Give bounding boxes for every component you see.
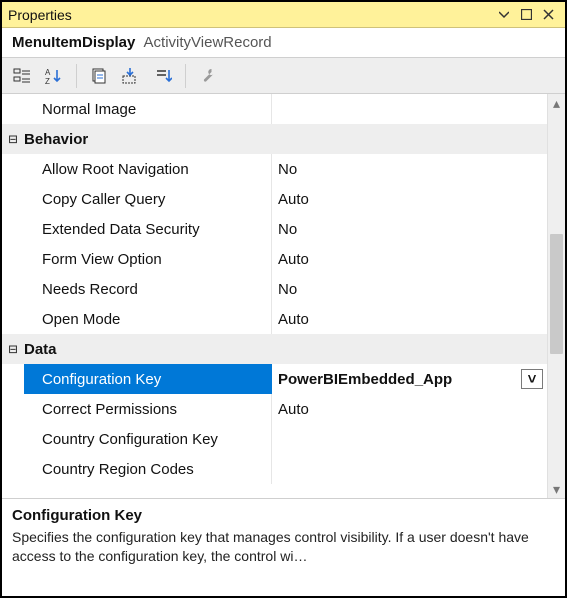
property-grid-wrap: Normal Image⊟BehaviorAllow Root Navigati… bbox=[2, 94, 565, 498]
property-row[interactable]: Configuration KeyPowerBIEmbedded_App˅ bbox=[2, 364, 547, 394]
property-value[interactable]: Auto bbox=[272, 184, 547, 214]
property-row[interactable]: Needs RecordNo bbox=[2, 274, 547, 304]
scroll-down-icon[interactable]: ▾ bbox=[548, 480, 565, 498]
property-row[interactable]: Normal Image bbox=[2, 94, 547, 124]
property-row[interactable]: Correct PermissionsAuto bbox=[2, 394, 547, 424]
property-name: Country Configuration Key bbox=[24, 424, 272, 454]
property-name: Correct Permissions bbox=[24, 394, 272, 424]
property-name: Allow Root Navigation bbox=[24, 154, 272, 184]
property-value[interactable]: No bbox=[272, 274, 547, 304]
svg-text:A: A bbox=[45, 68, 51, 77]
window-options-icon[interactable] bbox=[493, 6, 515, 24]
maximize-icon[interactable] bbox=[515, 6, 537, 24]
property-row[interactable]: Copy Caller QueryAuto bbox=[2, 184, 547, 214]
scroll-thumb[interactable] bbox=[550, 234, 563, 354]
property-name: Copy Caller Query bbox=[24, 184, 272, 214]
property-row[interactable]: Country Configuration Key bbox=[2, 424, 547, 454]
scroll-up-icon[interactable]: ▴ bbox=[548, 94, 565, 112]
object-type: MenuItemDisplay bbox=[12, 34, 135, 51]
properties-panel: Properties MenuItemDisplay ActivityViewR… bbox=[0, 0, 567, 598]
toolbar: A Z bbox=[2, 58, 565, 94]
property-row[interactable]: Form View OptionAuto bbox=[2, 244, 547, 274]
property-value[interactable]: No bbox=[272, 214, 547, 244]
help-property-description: Specifies the configuration key that man… bbox=[12, 528, 555, 566]
property-name: Needs Record bbox=[24, 274, 272, 304]
expander-icon bbox=[2, 184, 24, 214]
property-name: Form View Option bbox=[24, 244, 272, 274]
toolbar-separator bbox=[76, 64, 77, 88]
expander-icon bbox=[2, 154, 24, 184]
property-value[interactable]: No bbox=[272, 154, 547, 184]
categorized-view-button[interactable] bbox=[8, 62, 36, 90]
expander-icon bbox=[2, 454, 24, 484]
property-name: Country Region Codes bbox=[24, 454, 272, 484]
category-row[interactable]: ⊟Data bbox=[2, 334, 547, 364]
object-header[interactable]: MenuItemDisplay ActivityViewRecord bbox=[2, 28, 565, 58]
object-name: ActivityViewRecord bbox=[144, 34, 272, 51]
wrench-icon[interactable] bbox=[194, 62, 222, 90]
svg-text:Z: Z bbox=[45, 77, 50, 85]
expander-icon bbox=[2, 424, 24, 454]
property-value[interactable] bbox=[272, 454, 547, 484]
expander-icon bbox=[2, 274, 24, 304]
expander-icon bbox=[2, 394, 24, 424]
help-pane: Configuration Key Specifies the configur… bbox=[2, 498, 565, 596]
titlebar: Properties bbox=[2, 2, 565, 28]
property-row[interactable]: Country Region Codes bbox=[2, 454, 547, 484]
panel-title: Properties bbox=[8, 7, 493, 23]
toolbar-separator bbox=[185, 64, 186, 88]
property-value[interactable] bbox=[272, 94, 547, 124]
expander-icon[interactable]: ⊟ bbox=[2, 124, 24, 154]
property-row[interactable]: Open ModeAuto bbox=[2, 304, 547, 334]
expander-icon bbox=[2, 244, 24, 274]
expander-icon bbox=[2, 304, 24, 334]
expander-icon[interactable]: ⊟ bbox=[2, 334, 24, 364]
property-name: Configuration Key bbox=[24, 364, 272, 394]
expander-icon bbox=[2, 364, 24, 394]
property-name: Open Mode bbox=[24, 304, 272, 334]
property-row[interactable]: Allow Root NavigationNo bbox=[2, 154, 547, 184]
property-name: Extended Data Security bbox=[24, 214, 272, 244]
dropdown-button[interactable]: ˅ bbox=[521, 369, 543, 389]
category-row[interactable]: ⊟Behavior bbox=[2, 124, 547, 154]
expander-icon bbox=[2, 214, 24, 244]
property-value[interactable]: PowerBIEmbedded_App˅ bbox=[272, 364, 547, 394]
property-name: Data bbox=[24, 334, 272, 364]
changed-properties-button[interactable] bbox=[117, 62, 145, 90]
alphabetical-view-button[interactable]: A Z bbox=[40, 62, 68, 90]
property-name: Normal Image bbox=[24, 94, 272, 124]
property-value[interactable]: Auto bbox=[272, 394, 547, 424]
property-value[interactable] bbox=[272, 424, 547, 454]
property-name: Behavior bbox=[24, 124, 272, 154]
close-icon[interactable] bbox=[537, 6, 559, 24]
help-property-name: Configuration Key bbox=[12, 507, 555, 524]
property-grid[interactable]: Normal Image⊟BehaviorAllow Root Navigati… bbox=[2, 94, 547, 498]
scrollbar[interactable]: ▴ ▾ bbox=[547, 94, 565, 498]
property-value[interactable]: Auto bbox=[272, 244, 547, 274]
key-properties-button[interactable] bbox=[149, 62, 177, 90]
property-row[interactable]: Extended Data SecurityNo bbox=[2, 214, 547, 244]
property-pages-button[interactable] bbox=[85, 62, 113, 90]
property-value[interactable]: Auto bbox=[272, 304, 547, 334]
expander-icon bbox=[2, 94, 24, 124]
